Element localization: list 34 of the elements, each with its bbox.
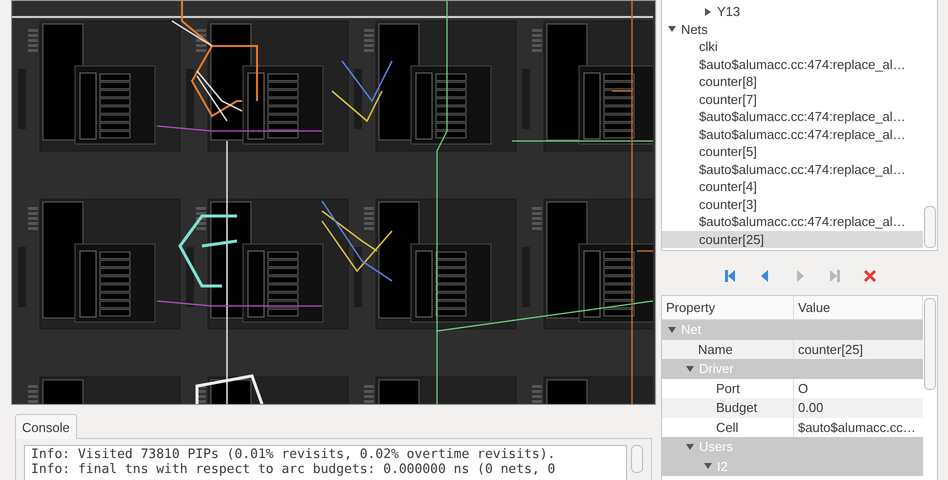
tree-item[interactable]: $auto$alumacc.cc:474:replace_al… — [662, 160, 923, 178]
collapse-arrow-icon[interactable] — [668, 25, 676, 34]
scrollbar[interactable] — [924, 206, 936, 248]
tree-item[interactable]: Y13 — [662, 3, 923, 20]
column-header[interactable]: Value — [794, 296, 923, 319]
expand-arrow-icon[interactable] — [704, 8, 712, 16]
collapse-arrow-icon[interactable] — [704, 462, 712, 470]
tree-item[interactable]: Nets — [662, 20, 923, 38]
console-line: Info: Visited 73810 PIPs (0.01% revisits, 0.02% overtime revisits). — [31, 447, 556, 462]
tree-item[interactable]: counter[7] — [662, 90, 923, 108]
console-line: Info: final tns with respect to arc budgets: 0.000000 ns (0 nets, 0 — [31, 462, 556, 477]
column-header[interactable]: Property — [662, 296, 794, 319]
tree-item[interactable]: $auto$alumacc.cc:474:replace_al… — [662, 108, 923, 126]
scrollbar[interactable] — [631, 445, 643, 473]
property-value: counter[25] — [797, 340, 864, 359]
property-value: 0.00 — [797, 399, 824, 418]
tree-item[interactable]: counter[25] — [662, 230, 923, 248]
console-tab[interactable]: Console — [15, 414, 77, 439]
tree-item[interactable]: counter[3] — [662, 196, 923, 213]
tree-item[interactable]: counter[4] — [662, 178, 923, 196]
tree-item[interactable]: $auto$alumacc.cc:474:replace_al… — [662, 213, 923, 230]
tree-item[interactable]: clki — [662, 38, 923, 56]
skip-first-icon[interactable] — [722, 269, 736, 283]
close-icon[interactable] — [862, 269, 876, 283]
collapse-arrow-icon[interactable] — [686, 364, 694, 373]
property-value: $auto$alumacc.cc… — [797, 418, 917, 437]
property-value: O — [797, 380, 810, 398]
tree-item[interactable]: counter[8] — [662, 73, 923, 90]
collapse-arrow-icon[interactable] — [668, 326, 676, 334]
scrollbar[interactable] — [924, 298, 936, 390]
tree-item[interactable]: $auto$alumacc.cc:474:replace_al… — [662, 56, 923, 73]
tree-item[interactable]: $auto$alumacc.cc:474:replace_al… — [662, 126, 923, 143]
tree-item[interactable]: counter[5] — [662, 143, 923, 160]
collapse-arrow-icon[interactable] — [686, 442, 694, 451]
